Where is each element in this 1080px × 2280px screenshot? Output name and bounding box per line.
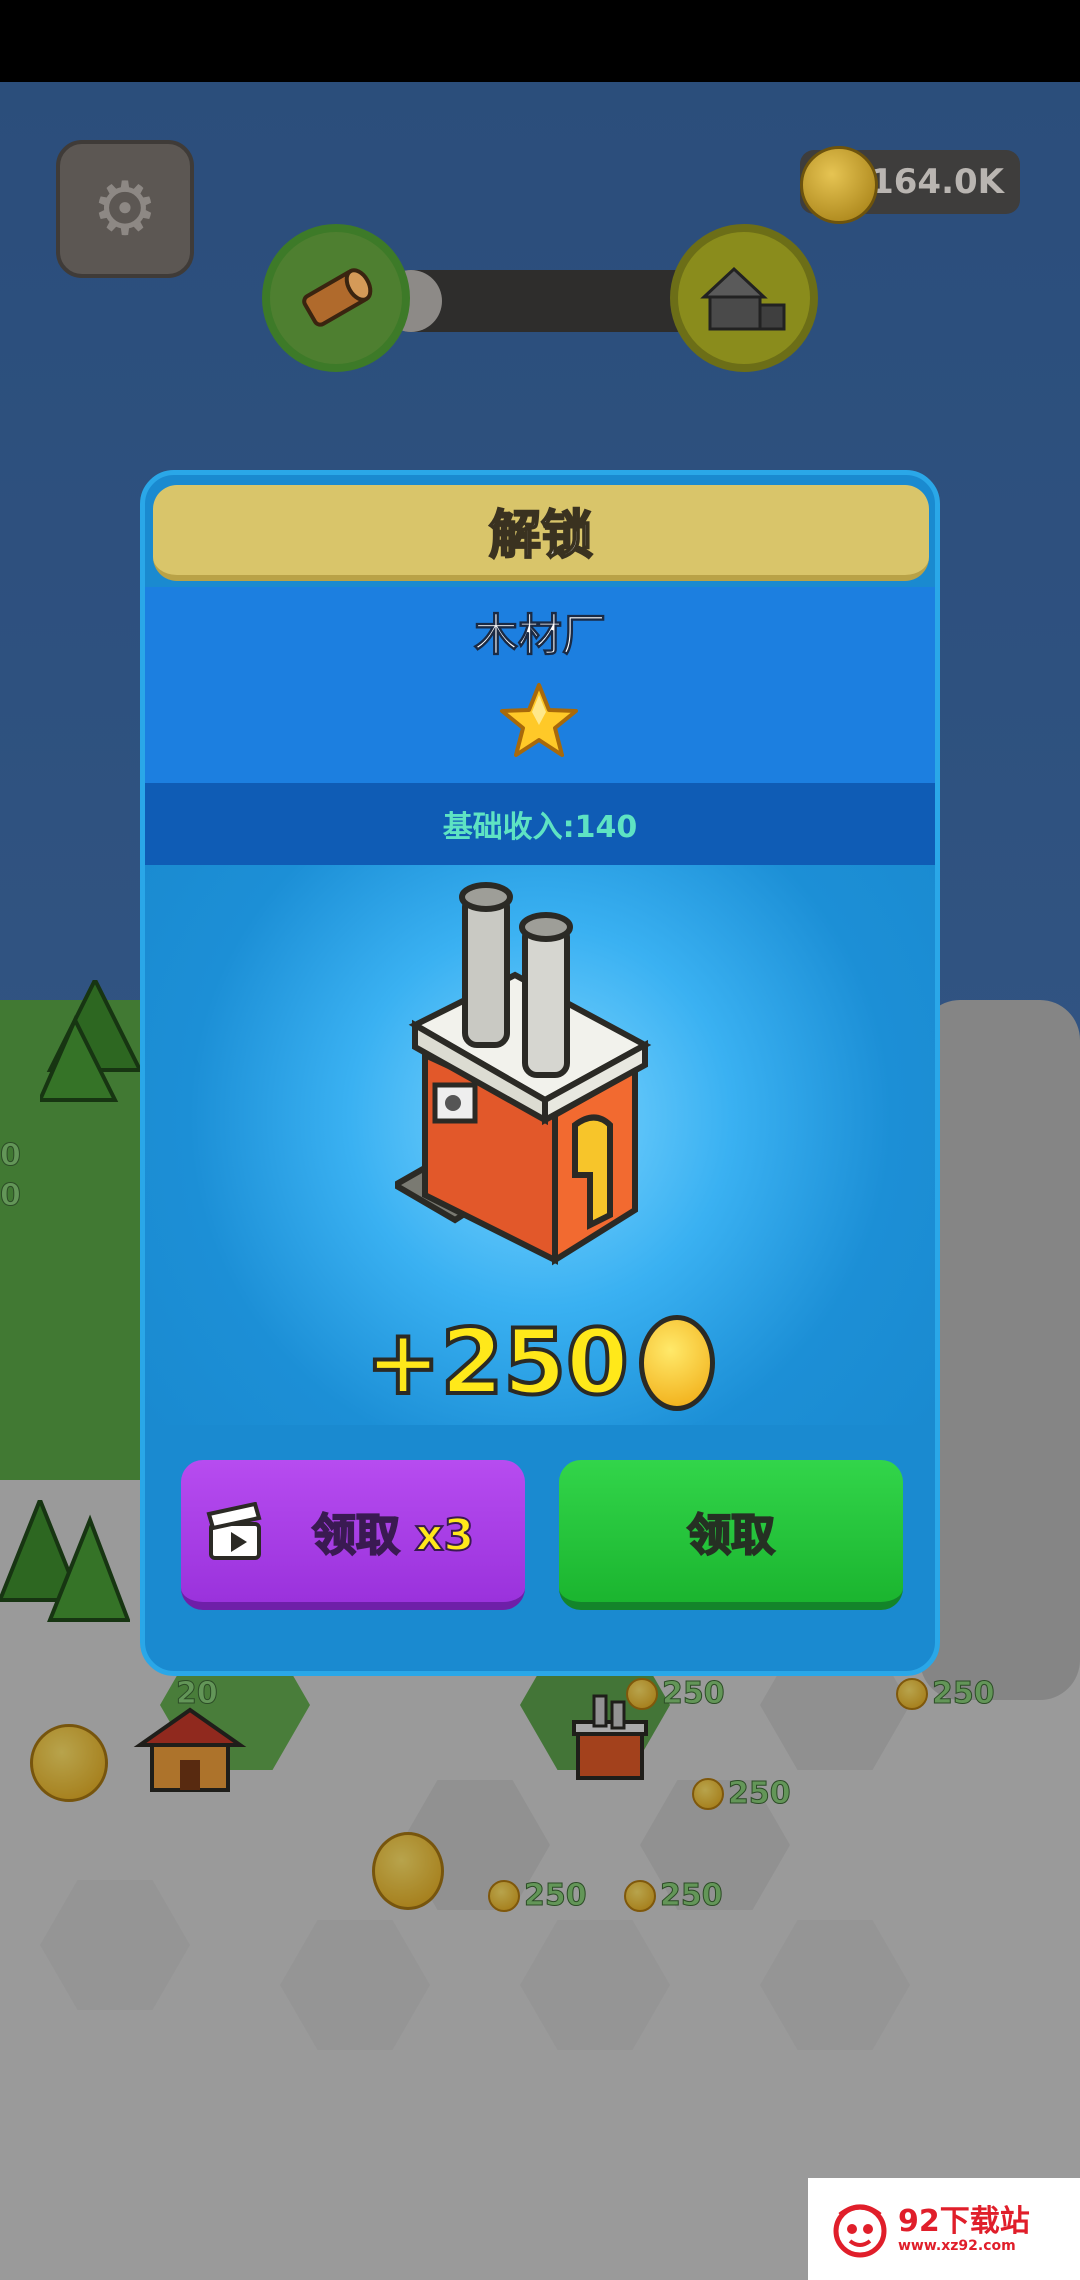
house-icon	[700, 266, 786, 331]
claim-triple-button[interactable]: 领取 x3	[181, 1460, 525, 1610]
reward-row: +250	[145, 1315, 935, 1411]
coin-icon	[800, 146, 878, 224]
wood-log-icon	[302, 268, 373, 327]
dialog-title: 解锁	[488, 505, 594, 567]
progress-start-node	[262, 224, 410, 372]
watermark-logo-icon	[833, 2204, 887, 2258]
reward-amount: +250	[363, 1310, 630, 1415]
lumber-mill-illustration	[395, 882, 652, 1266]
base-income-band: 基础收入:140	[145, 783, 935, 865]
unlock-dialog: 解锁 木材厂 基础收入:140 +250 领取 x3 领取	[140, 470, 940, 1676]
watermark-title: 92下载站	[898, 2203, 1030, 2239]
claim-label: 领取	[686, 1509, 776, 1562]
dialog-title-bar: 解锁	[153, 485, 929, 581]
coin-counter-value: 164.0K	[870, 162, 1004, 202]
star-icon	[500, 683, 578, 757]
progress-end-node	[670, 224, 818, 372]
status-bar	[0, 0, 1080, 82]
claim-triple-label: 领取 x3	[311, 1509, 475, 1562]
site-watermark: 92下载站 www.xz92.com	[808, 2178, 1080, 2280]
base-income-text: 基础收入:140	[442, 810, 638, 845]
gear-icon: ⚙	[91, 166, 159, 252]
video-clapper-icon	[206, 1502, 262, 1560]
watermark-url: www.xz92.com	[898, 2237, 1016, 2254]
coin-icon	[638, 1315, 715, 1411]
building-name: 木材厂	[474, 610, 607, 662]
claim-button[interactable]: 领取	[559, 1460, 903, 1610]
settings-button[interactable]: ⚙	[56, 140, 194, 278]
game-screen: 0 0 20 250 250 250 250 250 ⚙ 164.0K 解锁 木…	[0, 0, 1080, 2280]
